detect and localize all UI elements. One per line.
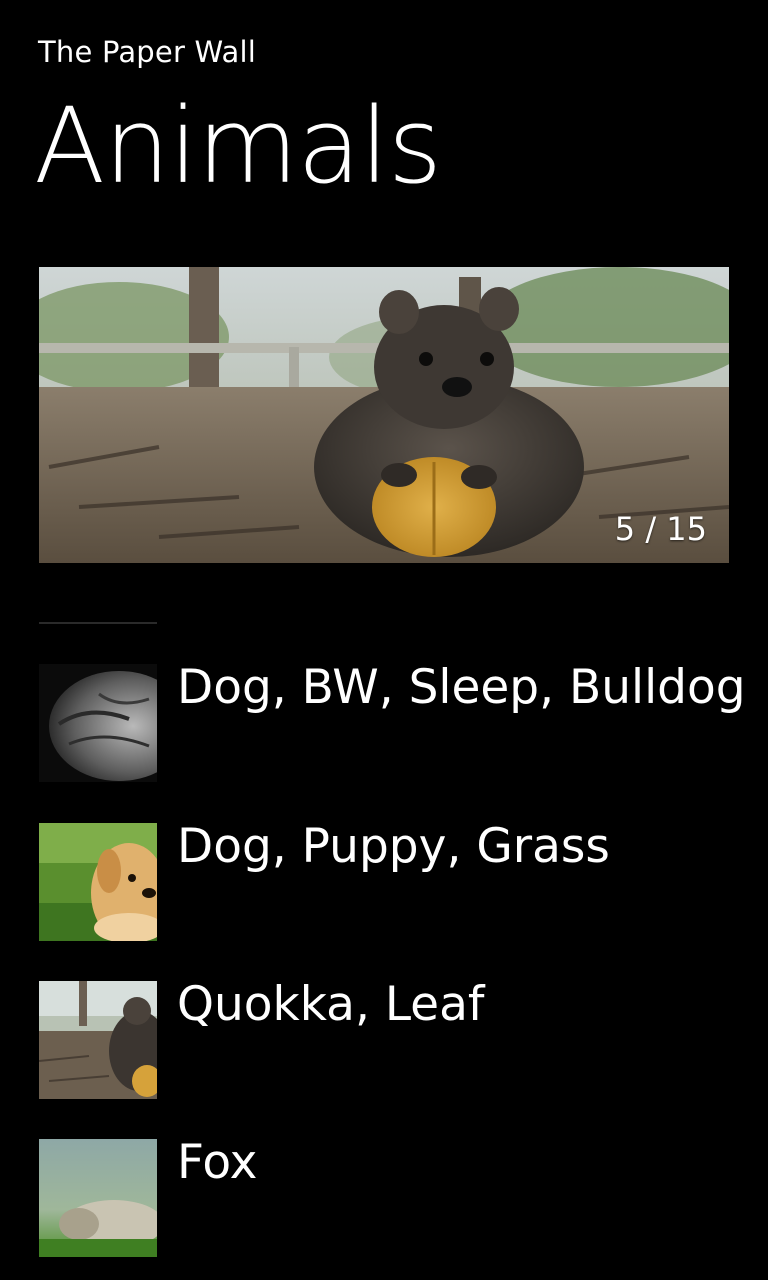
- list-item[interactable]: Quokka, Leaf: [39, 977, 739, 1099]
- hero-image[interactable]: 5 / 15: [39, 267, 729, 563]
- page-title: Animals: [34, 85, 442, 207]
- thumbnail-bulldog: [39, 664, 157, 782]
- list-item-label: Quokka, Leaf: [177, 977, 485, 1032]
- puppy-image: [39, 823, 157, 941]
- list-item-label: Fox: [177, 1135, 258, 1190]
- thumbnail-fox: [39, 1139, 157, 1257]
- quokka-thumb-image: [39, 981, 157, 1099]
- bulldog-image: [39, 664, 157, 782]
- fox-image: [39, 1139, 157, 1257]
- list-item[interactable]: Dog, BW, Sleep, Bulldog: [39, 660, 746, 782]
- image-counter: 5 / 15: [614, 510, 707, 548]
- list-item[interactable]: Fox: [39, 1135, 739, 1257]
- list-item[interactable]: Dog, Puppy, Grass: [39, 819, 739, 941]
- app-title: The Paper Wall: [38, 35, 257, 69]
- thumbnail-quokka: [39, 981, 157, 1099]
- list-item-label: Dog, Puppy, Grass: [177, 819, 610, 874]
- list-item-label: Dog, BW, Sleep, Bulldog: [177, 660, 746, 715]
- list-item-partial: [39, 622, 157, 624]
- thumbnail-puppy: [39, 823, 157, 941]
